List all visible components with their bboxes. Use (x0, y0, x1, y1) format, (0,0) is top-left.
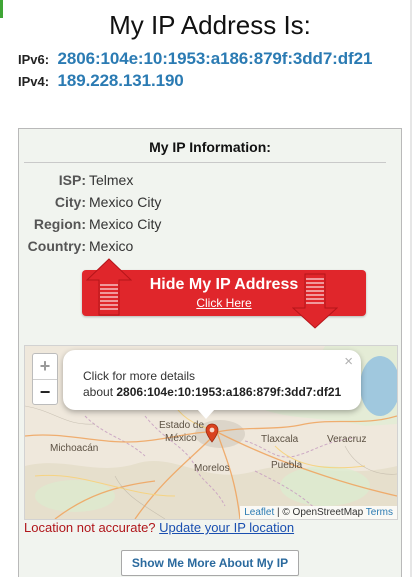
info-value: Telmex (89, 172, 134, 188)
map-marker-icon[interactable] (205, 423, 219, 443)
panel-title: My IP Information: (149, 139, 271, 155)
ipv6-row: IPv6: 2806:104e:10:1953:a186:879f:3dd7:d… (18, 49, 372, 71)
hide-button-label: Hide My IP Address (149, 276, 299, 293)
popup-details-text: Click for more details (83, 369, 196, 383)
ipv6-value: 2806:104e:10:1953:a186:879f:3dd7:df21 (57, 49, 373, 68)
info-value: Mexico City (89, 194, 162, 210)
info-key: Country: (27, 238, 86, 254)
location-map[interactable]: + − × Click for more details about 2806:… (24, 345, 398, 520)
ipv4-row: IPv4: 189.228.131.190 (18, 71, 184, 93)
map-label-puebla: Puebla (271, 460, 303, 471)
map-attribution: Leaflet | © OpenStreetMap Terms (240, 506, 397, 519)
attribution-separator: | (277, 507, 280, 518)
map-label-mexico: México (165, 433, 197, 444)
close-icon[interactable]: × (344, 353, 353, 370)
info-value: Mexico City (89, 216, 162, 232)
hide-my-ip-button[interactable]: Hide My IP Address Click Here (82, 258, 366, 329)
zoom-control: + − (32, 353, 58, 405)
popup-ip-line: about 2806:104e:10:1953:a186:879f:3dd7:d… (83, 385, 341, 399)
info-key: City: (54, 194, 86, 210)
info-key: Region: (33, 216, 86, 232)
location-accuracy-row: Location not accurate? Update your IP lo… (24, 520, 294, 535)
map-label-estado-de: Estado de (159, 420, 205, 431)
ipv4-label: IPv4: (18, 74, 50, 89)
info-value: Mexico (89, 238, 134, 254)
terms-link[interactable]: Terms (366, 507, 393, 518)
zoom-out-button[interactable]: − (33, 380, 57, 405)
popup-ip: 2806:104e:10:1953:a186:879f:3dd7:df21 (116, 385, 342, 399)
ipv4-value: 189.228.131.190 (57, 71, 184, 90)
leaflet-link[interactable]: Leaflet (244, 507, 274, 518)
map-label-michoacan: Michoacán (50, 443, 99, 454)
zoom-in-button[interactable]: + (33, 354, 57, 380)
popup-tip (197, 409, 215, 419)
osm-credit: © OpenStreetMap (282, 507, 364, 518)
map-label-morelos: Morelos (194, 463, 230, 474)
hide-button-click-here[interactable]: Click Here (82, 296, 366, 310)
update-location-link[interactable]: Update your IP location (159, 520, 294, 535)
popup-prefix: about (83, 385, 114, 399)
panel-divider (24, 162, 386, 163)
show-more-button[interactable]: Show Me More About My IP (121, 550, 299, 576)
page-title: My IP Address Is: (109, 10, 311, 40)
map-popup[interactable]: × Click for more details about 2806:104e… (63, 350, 361, 410)
map-label-veracruz: Veracruz (327, 434, 367, 445)
page: My IP Address Is: IPv6: 2806:104e:10:195… (0, 0, 412, 577)
location-prompt: Location not accurate? (24, 520, 156, 535)
map-label-tlaxcala: Tlaxcala (261, 434, 299, 445)
ipv6-label: IPv6: (18, 52, 50, 67)
ip-info-panel: My IP Information: ISP: Telmex City: Mex… (18, 128, 402, 577)
info-key: ISP: (58, 172, 86, 188)
